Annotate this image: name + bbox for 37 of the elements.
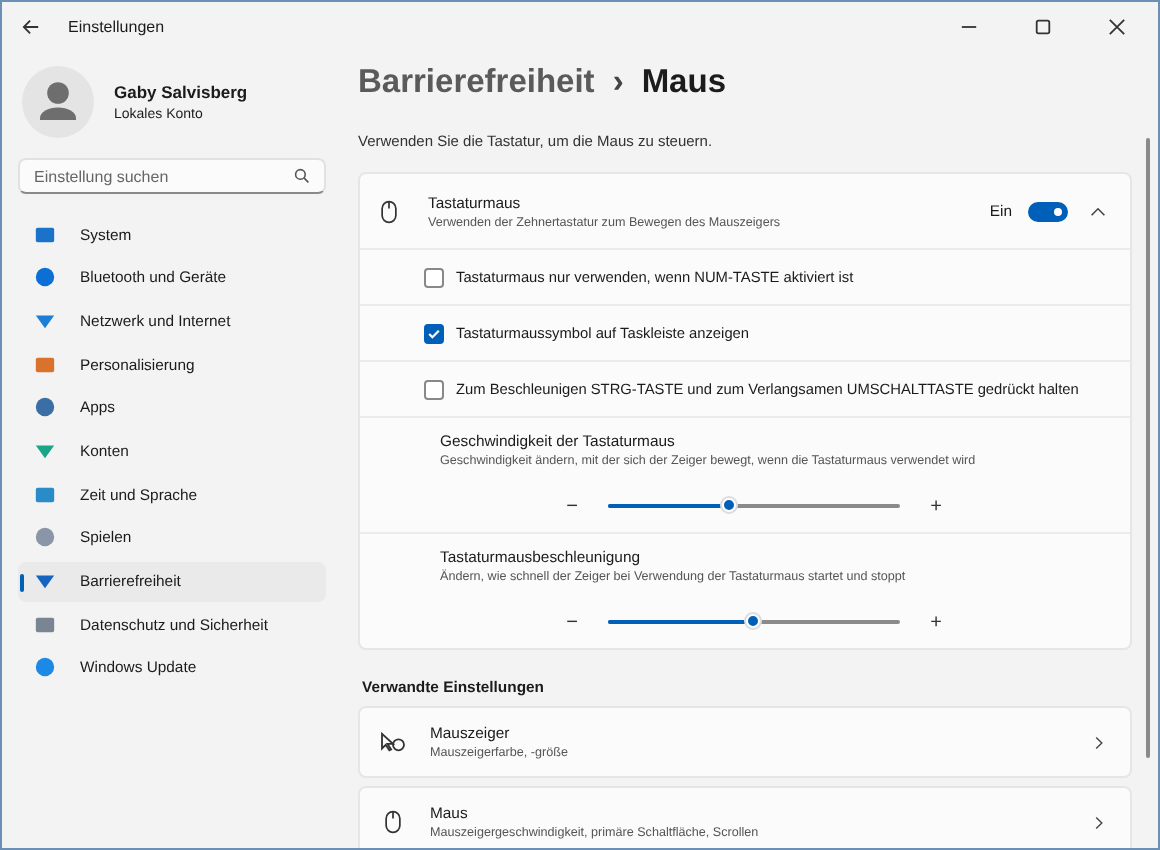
decrease-button[interactable]: −: [560, 611, 584, 633]
slider-thumb[interactable]: [746, 613, 760, 627]
mouse-icon: [380, 810, 406, 834]
close-icon[interactable]: [1108, 17, 1126, 35]
back-arrow-icon[interactable]: [22, 17, 40, 35]
search-icon: [294, 168, 310, 184]
category-icon: [34, 656, 56, 679]
checkbox[interactable]: [424, 379, 444, 399]
user-name: Gaby Salvisberg: [114, 82, 248, 102]
breadcrumb-separator: ›: [612, 64, 624, 102]
pointer-icon: [380, 731, 406, 753]
window-title: Einstellungen: [68, 17, 165, 35]
toggle-switch[interactable]: [1028, 201, 1068, 221]
category-icon: [34, 526, 56, 549]
category-icon: [34, 396, 56, 419]
increase-button[interactable]: +: [924, 495, 948, 517]
decrease-button[interactable]: −: [560, 495, 584, 517]
category-icon: [34, 353, 56, 376]
selection-indicator: [20, 573, 24, 591]
category-icon: [34, 483, 56, 506]
avatar-icon: [22, 66, 94, 138]
mouse-icon: [380, 199, 398, 223]
category-icon: [34, 613, 56, 636]
checkbox[interactable]: [424, 267, 444, 287]
chevron-icon[interactable]: [1090, 203, 1106, 219]
page-title: Maus: [641, 64, 726, 102]
category-icon: [34, 223, 56, 245]
checkbox[interactable]: [424, 323, 444, 343]
maximize-icon[interactable]: [1034, 17, 1052, 35]
category-icon: [34, 266, 56, 289]
chevron-right-icon: [1092, 735, 1106, 749]
category-icon: [34, 570, 56, 592]
increase-button[interactable]: +: [924, 611, 948, 633]
breadcrumb-parent[interactable]: Barrierefreiheit: [358, 64, 595, 102]
chevron-right-icon: [1092, 815, 1106, 829]
search-field[interactable]: Einstellung suchen: [18, 158, 326, 194]
slider-thumb[interactable]: [722, 497, 737, 511]
